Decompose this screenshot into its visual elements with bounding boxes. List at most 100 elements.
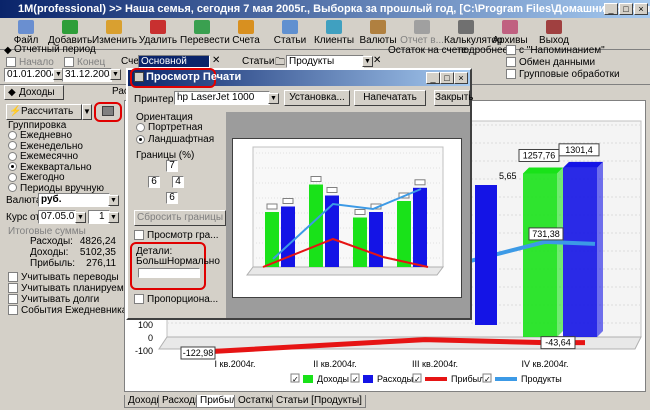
total-row: Расходы: 4826,24 (4, 236, 122, 247)
bottom-tab[interactable]: Статьи [Продукты] (272, 395, 366, 408)
profit-data-label: -122,98 (183, 348, 214, 358)
maximize-button[interactable]: □ (619, 3, 633, 15)
end-label: Конец (77, 57, 106, 68)
grouping-radio[interactable] (8, 130, 17, 140)
print-button[interactable]: Напечатать (354, 90, 426, 106)
y-tick-label: -100 (135, 346, 153, 356)
grouping-radio[interactable] (8, 162, 17, 172)
proportional-checkbox[interactable] (134, 294, 144, 305)
rate-value-dropdown[interactable]: ▼ (108, 212, 119, 223)
close-dialog-button[interactable]: Закрыть (434, 90, 474, 106)
rate-date-dropdown[interactable]: ▼ (75, 212, 86, 223)
archive-icon (502, 20, 518, 34)
legend-swatch (425, 377, 447, 381)
group-processing-label: Групповые обработки (519, 69, 620, 80)
preview-data-label (310, 176, 322, 182)
preview-chart-svg (246, 146, 444, 276)
reminder-checkbox[interactable] (506, 45, 516, 56)
dialog-maximize-button[interactable]: □ (440, 72, 454, 84)
preview-area (226, 112, 470, 318)
group-processing-checkbox[interactable] (506, 69, 516, 80)
toolbar-label: Перевести (180, 35, 230, 46)
profit-data-label: -43,64 (545, 338, 571, 348)
margin-bottom-input[interactable]: 6 (166, 192, 178, 204)
articles-clear-icon[interactable]: ✕ (373, 55, 381, 66)
minimize-button[interactable]: _ (604, 3, 618, 15)
option-label: События Ежедневника (21, 305, 128, 316)
toolbar-delete-button[interactable]: Удалить (136, 18, 180, 50)
option-label: Учитывать планируемые (21, 283, 137, 294)
currency-dropdown[interactable]: ▼ (108, 195, 119, 206)
account-clear-icon[interactable]: ✕ (212, 55, 220, 66)
calculate-dropdown[interactable]: ▼ (82, 104, 92, 120)
margin-left-input[interactable]: 6 (148, 176, 160, 188)
portrait-radio[interactable] (136, 122, 145, 132)
tab-income-top[interactable]: ◆ Доходы (4, 85, 64, 100)
option-checkbox[interactable] (8, 283, 18, 294)
grouping-label: Ежемесячно (20, 151, 79, 162)
legend-label: Доходы (317, 374, 349, 384)
report-icon (414, 20, 430, 34)
option-checkbox[interactable] (8, 294, 18, 305)
grouping-radio[interactable] (8, 151, 17, 161)
start-checkbox[interactable] (6, 57, 16, 68)
margin-top-input[interactable]: 7 (166, 160, 178, 172)
option-checkbox[interactable] (8, 305, 18, 316)
x-category-label: IV кв.2004г. (522, 359, 569, 369)
grouping-radio[interactable] (8, 141, 17, 151)
file-icon (18, 20, 34, 34)
preview-bar (397, 201, 411, 267)
rate-value-input[interactable]: 1 (88, 210, 110, 224)
date-to-dropdown[interactable]: ▼ (110, 69, 121, 80)
exchange-checkbox[interactable] (506, 57, 516, 68)
proportional-label: Пропорциона... (147, 294, 219, 305)
reset-margins-button[interactable]: Сбросить границы (134, 210, 226, 226)
rate-date-input[interactable]: 07.05.05 (38, 210, 80, 224)
exchange-label: Обмен данными (519, 57, 596, 68)
add-icon (62, 20, 78, 34)
toolbar-articles-button[interactable]: Статьи (268, 18, 312, 50)
printer-select[interactable]: hp LaserJet 1000 (174, 91, 270, 105)
preview-borders-checkbox[interactable] (134, 230, 144, 241)
print-preview-button[interactable] (94, 102, 122, 122)
account-select[interactable]: Основной счет (138, 55, 210, 78)
preview-bar (369, 212, 383, 267)
toolbar-accounts-button[interactable]: Счета (224, 18, 268, 50)
printer-icon (102, 106, 114, 116)
articles-select[interactable]: Продукты (286, 55, 364, 68)
total-value: 276,11 (86, 258, 116, 269)
details-slider[interactable] (138, 268, 200, 278)
landscape-radio[interactable] (136, 134, 145, 144)
option-checkbox[interactable] (8, 272, 18, 283)
toolbar-label: Изменить (92, 35, 138, 46)
articles-dropdown[interactable]: ▼ (362, 56, 373, 67)
check-icon: ✓ (484, 375, 491, 384)
total-value: 4826,24 (79, 236, 116, 247)
margin-right-input[interactable]: 4 (172, 176, 184, 188)
toolbar-transfer-button[interactable]: Перевести (180, 18, 230, 50)
preview-bar (309, 184, 323, 267)
toolbar-edit-button[interactable]: Изменить (92, 18, 138, 50)
calculate-button[interactable]: ⚡ Рассчитать (6, 104, 82, 120)
currency-select[interactable]: руб. (38, 193, 110, 207)
preview-data-label (326, 187, 338, 193)
setup-button[interactable]: Установка... (284, 90, 350, 106)
preview-data-label (354, 209, 366, 215)
x-category-label: I кв.2004г. (215, 359, 256, 369)
end-checkbox[interactable] (64, 57, 74, 68)
landscape-label: Ландшафтная (148, 134, 215, 145)
close-window-button[interactable]: × (634, 3, 648, 15)
dialog-minimize-button[interactable]: _ (426, 72, 440, 84)
toolbar-clients-button[interactable]: Клиенты (312, 18, 356, 50)
dialog-title: Просмотр Печати (146, 71, 242, 83)
grouping-radio[interactable] (8, 183, 17, 193)
date-to-input[interactable]: 31.12.2004 (62, 68, 115, 82)
date-from-input[interactable]: 01.01.2004 (4, 68, 57, 82)
extra-data-label: 5,65 (499, 171, 517, 181)
grouping-radio[interactable] (8, 172, 17, 182)
products-data-label: 731,38 (532, 229, 560, 239)
total-label: Расходы: (30, 236, 73, 247)
articles-icon (282, 20, 298, 34)
printer-dropdown[interactable]: ▼ (268, 93, 279, 104)
dialog-close-button[interactable]: × (454, 72, 468, 84)
